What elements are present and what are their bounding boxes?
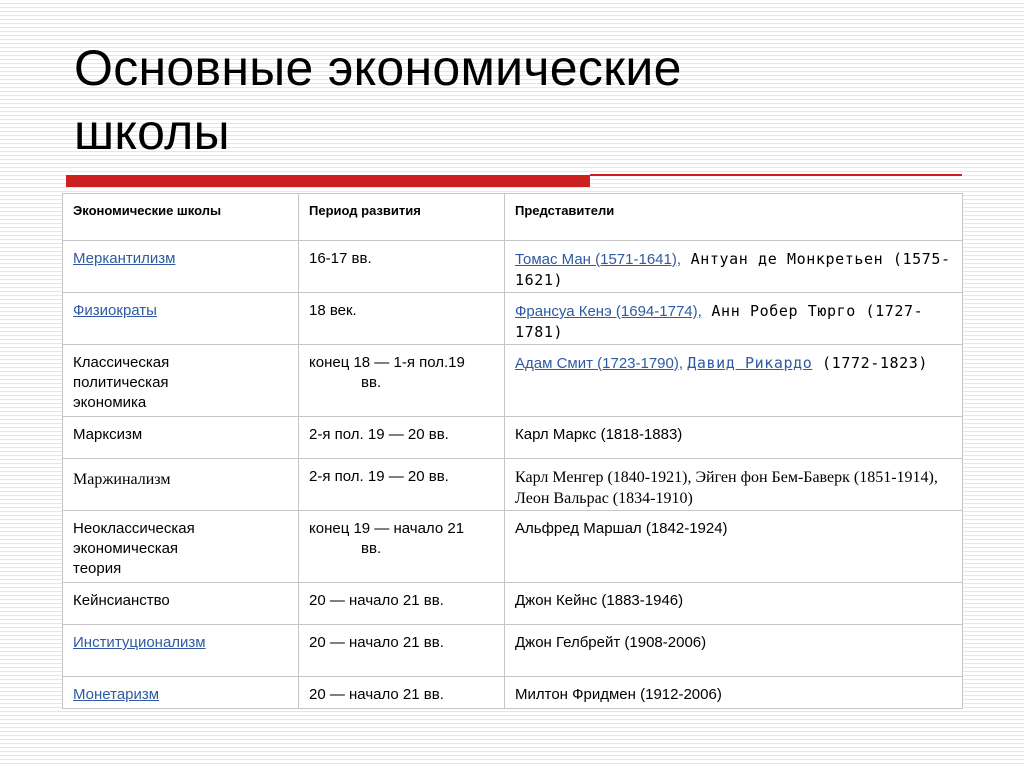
school-cell: Физиократы <box>62 292 299 345</box>
school-cell: Монетаризм <box>62 676 299 709</box>
period-cell: конец 19 — начало 21 вв. <box>298 510 505 583</box>
school-text-line: теория <box>73 560 122 577</box>
period-cell: 20 — начало 21 вв. <box>298 676 505 709</box>
rep-link-ricardo[interactable]: Давид Рикардо <box>687 354 812 372</box>
table-row: Монетаризм 20 — начало 21 вв. Милтон Фри… <box>62 676 963 709</box>
representatives-cell: Милтон Фридмен (1912-2006) <box>504 676 963 709</box>
school-cell: Кейнсианство <box>62 582 299 625</box>
representatives-cell: Джон Кейнс (1883-1946) <box>504 582 963 625</box>
header-period: Период развития <box>298 193 505 241</box>
school-link-physiocrats[interactable]: Физиократы <box>73 302 157 319</box>
representatives-cell: Джон Гелбрейт (1908-2006) <box>504 624 963 677</box>
schools-table-container: Экономические школы Период развития Пред… <box>62 193 963 709</box>
school-cell: Институционализм <box>62 624 299 677</box>
school-text-line: политическая <box>73 374 169 391</box>
rep-link-thomas-mun[interactable]: Томас Ман (1571-1641), <box>515 251 681 268</box>
school-text-line: экономическая <box>73 540 179 557</box>
period-text-line: вв. <box>361 374 382 391</box>
period-text-line: вв. <box>361 540 382 557</box>
school-cell: Неоклассическая экономическая теория <box>62 510 299 583</box>
header-representatives: Представители <box>504 193 963 241</box>
slide-title-line2: школы <box>74 104 230 160</box>
period-text-line: конец 18 — 1-я пол.19 <box>309 354 465 371</box>
school-cell: Меркантилизм <box>62 240 299 293</box>
period-cell: 2-я пол. 19 — 20 вв. <box>298 416 505 459</box>
representatives-cell: Карл Маркс (1818-1883) <box>504 416 963 459</box>
period-cell: 16-17 вв. <box>298 240 505 293</box>
school-text-line: экономика <box>73 394 147 411</box>
period-cell: конец 18 — 1-я пол.19 вв. <box>298 344 505 417</box>
rep-link-quesnay[interactable]: Франсуа Кенэ (1694-1774), <box>515 303 702 320</box>
slide-title-line1: Основные экономические <box>74 40 682 96</box>
representatives-cell: Томас Ман (1571-1641), Антуан де Монкрет… <box>504 240 963 293</box>
school-link-mercantilism[interactable]: Меркантилизм <box>73 250 175 267</box>
table-row: Институционализм 20 — начало 21 вв. Джон… <box>62 624 963 677</box>
representatives-cell: Адам Смит (1723-1790), Давид Рикардо (17… <box>504 344 963 417</box>
school-link-monetarism[interactable]: Монетаризм <box>73 686 159 703</box>
table-row: Неоклассическая экономическая теория кон… <box>62 510 963 583</box>
school-link-institutionalism[interactable]: Институционализм <box>73 634 206 651</box>
header-schools: Экономические школы <box>62 193 299 241</box>
period-cell: 18 век. <box>298 292 505 345</box>
representatives-cell: Франсуа Кенэ (1694-1774), Анн Робер Тюрг… <box>504 292 963 345</box>
period-cell: 2-я пол. 19 — 20 вв. <box>298 458 505 511</box>
school-text-line: Неоклассическая <box>73 520 195 537</box>
table-row: Маржинализм 2-я пол. 19 — 20 вв. Карл Ме… <box>62 458 963 511</box>
table-row: Марксизм 2-я пол. 19 — 20 вв. Карл Маркс… <box>62 416 963 459</box>
table-row: Меркантилизм 16-17 вв. Томас Ман (1571-1… <box>62 240 963 293</box>
representatives-cell: Альфред Маршал (1842-1924) <box>504 510 963 583</box>
table-header-row: Экономические школы Период развития Пред… <box>62 193 963 241</box>
table-row: Кейнсианство 20 — начало 21 вв. Джон Кей… <box>62 582 963 625</box>
school-cell: Классическая политическая экономика <box>62 344 299 417</box>
school-text: Маржинализм <box>73 471 171 488</box>
school-cell: Маржинализм <box>62 458 299 511</box>
rep-text: (1772-1823) <box>812 354 928 372</box>
school-cell: Марксизм <box>62 416 299 459</box>
table-row: Классическая политическая экономика коне… <box>62 344 963 417</box>
school-text-line: Классическая <box>73 354 170 371</box>
period-cell: 20 — начало 21 вв. <box>298 582 505 625</box>
period-text-line: конец 19 — начало 21 <box>309 520 465 537</box>
rep-link-adam-smith[interactable]: Адам Смит (1723-1790), <box>515 355 683 372</box>
slide-title: Основные экономические школы <box>74 36 954 164</box>
table-row: Физиократы 18 век. Франсуа Кенэ (1694-17… <box>62 292 963 345</box>
schools-table: Экономические школы Период развития Пред… <box>62 193 963 709</box>
title-accent-bar <box>66 175 590 187</box>
period-cell: 20 — начало 21 вв. <box>298 624 505 677</box>
representatives-cell: Карл Менгер (1840-1921), Эйген фон Бем-Б… <box>504 458 963 511</box>
title-accent-line <box>590 174 962 176</box>
